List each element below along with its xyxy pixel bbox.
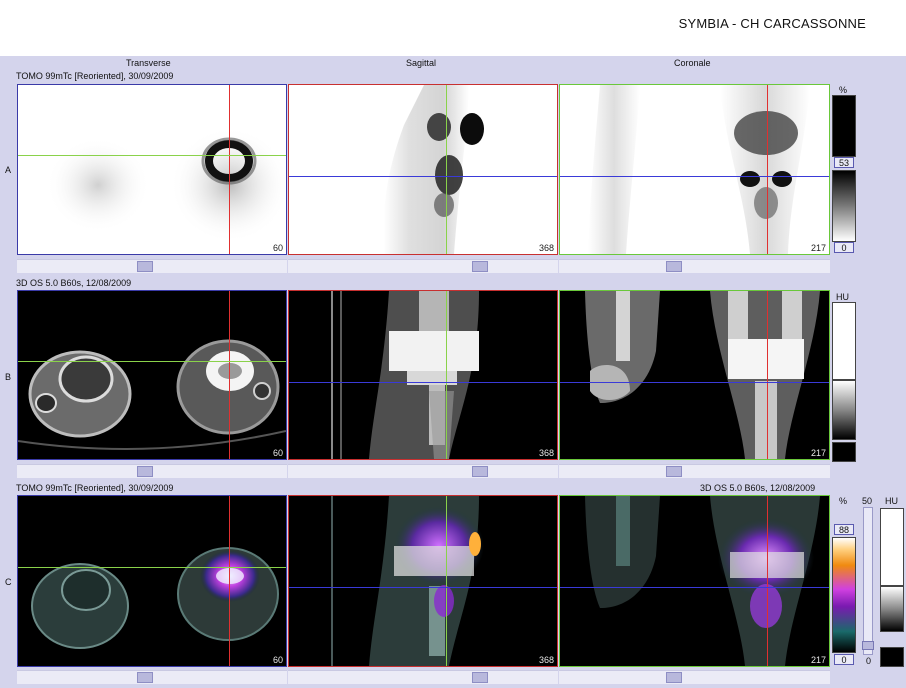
viewport-a-transverse[interactable]: 60: [17, 84, 287, 255]
scale-a-unit: %: [839, 85, 848, 95]
crosshair-horizontal: [560, 176, 829, 177]
slice-number: 217: [810, 448, 826, 458]
slice-number: 60: [272, 448, 283, 458]
fusion-coronal-image: [585, 496, 820, 666]
header-bar: SYMBIA - CH CARCASSONNE: [0, 0, 906, 56]
crosshair-vertical: [767, 291, 768, 459]
slice-number: 217: [810, 655, 826, 665]
crosshair-vertical: [229, 85, 230, 254]
scroll-thumb[interactable]: [472, 466, 488, 477]
row-c-series-label-right: 3D OS 5.0 B60s, 12/08/2009: [700, 483, 816, 493]
scroll-thumb[interactable]: [472, 261, 488, 272]
column-header-sagittal: Sagittal: [406, 58, 437, 68]
scroll-thumb[interactable]: [666, 672, 682, 683]
scale-a-value[interactable]: 53: [834, 157, 854, 168]
slice-number: 217: [810, 243, 826, 253]
slice-scrollbar-c-coronal[interactable]: [559, 670, 830, 684]
viewport-b-transverse[interactable]: 60: [17, 290, 287, 460]
nm-sagittal-image: [383, 85, 484, 254]
viewport-c-sagittal[interactable]: 368: [288, 495, 558, 667]
scale-c-min[interactable]: 0: [834, 654, 854, 665]
slice-scrollbar-b-coronal[interactable]: [559, 464, 830, 478]
column-header-coronal: Coronale: [674, 58, 711, 68]
scroll-thumb[interactable]: [137, 261, 153, 272]
scale-c-hu-white-bar[interactable]: [880, 508, 904, 586]
crosshair-vertical: [446, 291, 447, 459]
fusion-sagittal-image: [331, 496, 484, 666]
nm-coronal-image: [588, 85, 810, 254]
row-c-label: C: [5, 577, 12, 587]
blend-slider-thumb[interactable]: [862, 641, 874, 650]
crosshair-horizontal: [289, 176, 557, 177]
slice-scrollbar-a-coronal[interactable]: [559, 259, 830, 273]
column-header-transverse: Transverse: [126, 58, 171, 68]
crosshair-vertical: [446, 85, 447, 254]
nm-transverse-image: [46, 127, 286, 243]
row-a-series-label: TOMO 99mTc [Reoriented], 30/09/2009: [16, 71, 174, 81]
crosshair-vertical: [446, 496, 447, 666]
blend-min-label: 0: [866, 656, 872, 666]
scroll-thumb[interactable]: [137, 672, 153, 683]
scale-c-hu-black-bar[interactable]: [880, 647, 904, 667]
slice-scrollbar-b-transverse[interactable]: [17, 464, 287, 478]
blend-max-label: 50: [862, 496, 873, 506]
crosshair-vertical: [229, 496, 230, 666]
ct-sagittal-image: [331, 291, 479, 459]
scale-c-color-bar[interactable]: [832, 537, 856, 653]
slice-scrollbar-b-sagittal[interactable]: [288, 464, 558, 478]
viewport-a-sagittal[interactable]: 368: [288, 84, 558, 255]
crosshair-horizontal: [18, 361, 286, 362]
blend-slider[interactable]: [862, 507, 874, 655]
scale-c-pct-unit: %: [839, 496, 848, 506]
slice-number: 368: [538, 655, 554, 665]
crosshair-horizontal: [18, 155, 286, 156]
scale-b-white-bar[interactable]: [832, 302, 856, 380]
row-c-series-label-left: TOMO 99mTc [Reoriented], 30/09/2009: [16, 483, 174, 493]
scale-a-grayscale-bar[interactable]: [832, 170, 856, 242]
crosshair-vertical: [767, 496, 768, 666]
scroll-thumb[interactable]: [666, 466, 682, 477]
scale-b-black-bar[interactable]: [832, 442, 856, 462]
viewport-a-coronal[interactable]: 217: [559, 84, 830, 255]
scale-c-hu-unit: HU: [885, 496, 898, 506]
row-b-series-label: 3D OS 5.0 B60s, 12/08/2009: [16, 278, 132, 288]
crosshair-horizontal: [18, 567, 286, 568]
scale-b-unit: HU: [836, 292, 849, 302]
viewport-c-transverse[interactable]: 60: [17, 495, 287, 667]
row-b-label: B: [5, 372, 12, 382]
ct-transverse-image: [18, 339, 286, 450]
slice-scrollbar-c-sagittal[interactable]: [288, 670, 558, 684]
viewport-c-coronal[interactable]: 217: [559, 495, 830, 667]
crosshair-horizontal: [560, 382, 829, 383]
crosshair-horizontal: [289, 587, 557, 588]
ct-coronal-image: [585, 291, 820, 459]
slice-scrollbar-a-transverse[interactable]: [17, 259, 287, 273]
viewport-b-coronal[interactable]: 217: [559, 290, 830, 460]
slice-number: 60: [272, 655, 283, 665]
scale-c-hu-grayscale-bar[interactable]: [880, 586, 904, 632]
crosshair-horizontal: [289, 382, 557, 383]
crosshair-vertical: [767, 85, 768, 254]
scroll-thumb[interactable]: [472, 672, 488, 683]
scale-a-window-bar[interactable]: [832, 95, 856, 157]
scroll-thumb[interactable]: [137, 466, 153, 477]
fusion-transverse-image: [31, 547, 279, 649]
slice-scrollbar-c-transverse[interactable]: [17, 670, 287, 684]
header-title: SYMBIA - CH CARCASSONNE: [678, 16, 866, 31]
crosshair-horizontal: [560, 587, 829, 588]
viewport-b-sagittal[interactable]: 368: [288, 290, 558, 460]
slice-number: 368: [538, 243, 554, 253]
crosshair-vertical: [229, 291, 230, 459]
slice-number: 60: [272, 243, 283, 253]
slice-scrollbar-a-sagittal[interactable]: [288, 259, 558, 273]
row-a-label: A: [5, 165, 12, 175]
slice-number: 368: [538, 448, 554, 458]
scale-b-grayscale-bar[interactable]: [832, 380, 856, 440]
scale-c-value[interactable]: 88: [834, 524, 854, 535]
scale-a-min[interactable]: 0: [834, 242, 854, 253]
scroll-thumb[interactable]: [666, 261, 682, 272]
